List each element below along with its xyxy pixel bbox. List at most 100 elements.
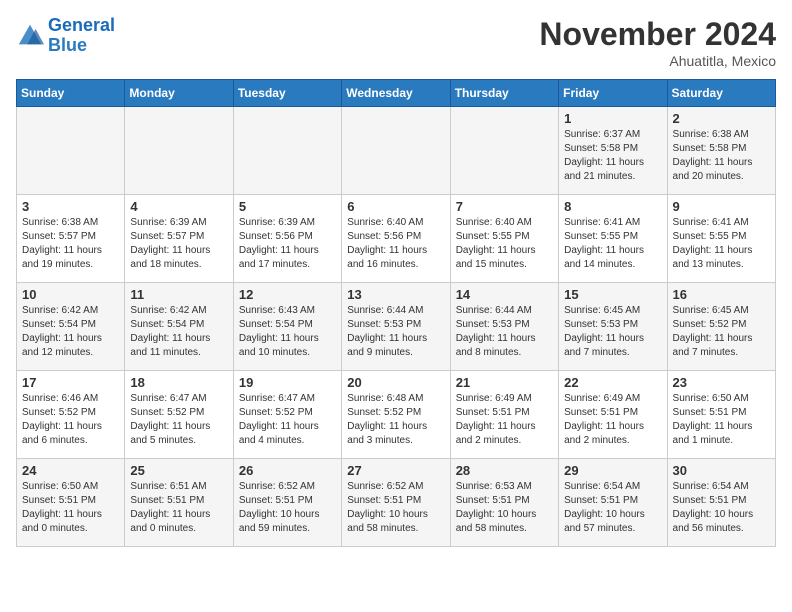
day-cell: 6 Sunrise: 6:40 AM Sunset: 5:56 PM Daylig…: [342, 195, 450, 283]
day-cell: 11Sunrise: 6:42 AM Sunset: 5:54 PM Dayli…: [125, 283, 233, 371]
day-number: 15: [564, 287, 661, 302]
day-number: 27: [347, 463, 444, 478]
calendar-table: Sunday Monday Tuesday Wednesday Thursday…: [16, 79, 776, 547]
day-cell: [125, 107, 233, 195]
day-number: 30: [673, 463, 770, 478]
day-number: 6: [347, 199, 444, 214]
day-cell: 21 Sunrise: 6:49 AM Sunset: 5:51 PM Dayli…: [450, 371, 558, 459]
logo: General Blue: [16, 16, 115, 56]
day-cell: 5Sunrise: 6:39 AM Sunset: 5:56 PM Daylig…: [233, 195, 341, 283]
col-saturday: Saturday: [667, 80, 775, 107]
logo-line1: General: [48, 15, 115, 35]
day-info: Sunrise: 6:52 AM Sunset: 5:51 PM Dayligh…: [347, 480, 444, 536]
day-info: Sunrise: 6:54 AM Sunset: 5:51 PM Dayligh…: [673, 480, 770, 536]
header-row: Sunday Monday Tuesday Wednesday Thursday…: [17, 80, 776, 107]
day-number: 25: [130, 463, 227, 478]
day-number: 9: [673, 199, 770, 214]
day-cell: 15 Sunrise: 6:45 AM Sunset: 5:53 PM Dayli…: [559, 283, 667, 371]
col-thursday: Thursday: [450, 80, 558, 107]
day-number: 19: [239, 375, 336, 390]
week-row-4: 17 Sunrise: 6:46 AM Sunset: 5:52 PM Dayli…: [17, 371, 776, 459]
day-info: Sunrise: 6:45 AM Sunset: 5:53 PM Dayligh…: [564, 304, 661, 360]
day-number: 16: [673, 287, 770, 302]
day-info: Sunrise: 6:41 AM Sunset: 5:55 PM Dayligh…: [673, 216, 770, 272]
day-number: 1: [564, 111, 661, 126]
col-tuesday: Tuesday: [233, 80, 341, 107]
day-info: Sunrise: 6:53 AM Sunset: 5:51 PM Dayligh…: [456, 480, 553, 536]
day-cell: 9 Sunrise: 6:41 AM Sunset: 5:55 PM Daylig…: [667, 195, 775, 283]
day-cell: 16 Sunrise: 6:45 AM Sunset: 5:52 PM Dayli…: [667, 283, 775, 371]
day-cell: 1 Sunrise: 6:37 AM Sunset: 5:58 PM Daylig…: [559, 107, 667, 195]
logo-text: General Blue: [48, 16, 115, 56]
day-number: 22: [564, 375, 661, 390]
day-number: 12: [239, 287, 336, 302]
day-cell: [342, 107, 450, 195]
day-cell: 20 Sunrise: 6:48 AM Sunset: 5:52 PM Dayli…: [342, 371, 450, 459]
day-cell: 24Sunrise: 6:50 AM Sunset: 5:51 PM Dayli…: [17, 459, 125, 547]
logo-line2: Blue: [48, 35, 87, 55]
day-number: 4: [130, 199, 227, 214]
day-info: Sunrise: 6:39 AM Sunset: 5:57 PM Dayligh…: [130, 216, 227, 272]
day-number: 13: [347, 287, 444, 302]
day-cell: 13Sunrise: 6:44 AM Sunset: 5:53 PM Dayli…: [342, 283, 450, 371]
day-info: Sunrise: 6:51 AM Sunset: 5:51 PM Dayligh…: [130, 480, 227, 536]
day-number: 7: [456, 199, 553, 214]
day-number: 10: [22, 287, 119, 302]
day-number: 2: [673, 111, 770, 126]
day-cell: 29 Sunrise: 6:54 AM Sunset: 5:51 PM Dayli…: [559, 459, 667, 547]
day-info: Sunrise: 6:40 AM Sunset: 5:56 PM Dayligh…: [347, 216, 444, 272]
day-info: Sunrise: 6:40 AM Sunset: 5:55 PM Dayligh…: [456, 216, 553, 272]
day-info: Sunrise: 6:52 AM Sunset: 5:51 PM Dayligh…: [239, 480, 336, 536]
location: Ahuatitla, Mexico: [539, 53, 776, 69]
week-row-3: 10 Sunrise: 6:42 AM Sunset: 5:54 PM Dayli…: [17, 283, 776, 371]
day-info: Sunrise: 6:45 AM Sunset: 5:52 PM Dayligh…: [673, 304, 770, 360]
day-info: Sunrise: 6:49 AM Sunset: 5:51 PM Dayligh…: [564, 392, 661, 448]
day-info: Sunrise: 6:47 AM Sunset: 5:52 PM Dayligh…: [239, 392, 336, 448]
day-number: 29: [564, 463, 661, 478]
day-cell: [17, 107, 125, 195]
day-info: Sunrise: 6:43 AM Sunset: 5:54 PM Dayligh…: [239, 304, 336, 360]
day-info: Sunrise: 6:48 AM Sunset: 5:52 PM Dayligh…: [347, 392, 444, 448]
col-friday: Friday: [559, 80, 667, 107]
day-info: Sunrise: 6:47 AM Sunset: 5:52 PM Dayligh…: [130, 392, 227, 448]
day-cell: 4 Sunrise: 6:39 AM Sunset: 5:57 PM Daylig…: [125, 195, 233, 283]
day-info: Sunrise: 6:49 AM Sunset: 5:51 PM Dayligh…: [456, 392, 553, 448]
day-cell: 17 Sunrise: 6:46 AM Sunset: 5:52 PM Dayli…: [17, 371, 125, 459]
day-number: 3: [22, 199, 119, 214]
day-info: Sunrise: 6:41 AM Sunset: 5:55 PM Dayligh…: [564, 216, 661, 272]
col-sunday: Sunday: [17, 80, 125, 107]
day-number: 17: [22, 375, 119, 390]
week-row-2: 3 Sunrise: 6:38 AM Sunset: 5:57 PM Daylig…: [17, 195, 776, 283]
day-cell: 2 Sunrise: 6:38 AM Sunset: 5:58 PM Daylig…: [667, 107, 775, 195]
day-info: Sunrise: 6:42 AM Sunset: 5:54 PM Dayligh…: [22, 304, 119, 360]
day-number: 26: [239, 463, 336, 478]
day-number: 23: [673, 375, 770, 390]
day-number: 14: [456, 287, 553, 302]
calendar-header: Sunday Monday Tuesday Wednesday Thursday…: [17, 80, 776, 107]
day-cell: 8 Sunrise: 6:41 AM Sunset: 5:55 PM Daylig…: [559, 195, 667, 283]
day-info: Sunrise: 6:38 AM Sunset: 5:57 PM Dayligh…: [22, 216, 119, 272]
day-number: 20: [347, 375, 444, 390]
day-number: 28: [456, 463, 553, 478]
day-info: Sunrise: 6:42 AM Sunset: 5:54 PM Dayligh…: [130, 304, 227, 360]
col-monday: Monday: [125, 80, 233, 107]
day-cell: 18Sunrise: 6:47 AM Sunset: 5:52 PM Dayli…: [125, 371, 233, 459]
day-info: Sunrise: 6:38 AM Sunset: 5:58 PM Dayligh…: [673, 128, 770, 184]
day-cell: [450, 107, 558, 195]
day-cell: 14 Sunrise: 6:44 AM Sunset: 5:53 PM Dayli…: [450, 283, 558, 371]
day-cell: 27 Sunrise: 6:52 AM Sunset: 5:51 PM Dayli…: [342, 459, 450, 547]
day-info: Sunrise: 6:46 AM Sunset: 5:52 PM Dayligh…: [22, 392, 119, 448]
day-cell: 7 Sunrise: 6:40 AM Sunset: 5:55 PM Daylig…: [450, 195, 558, 283]
day-number: 21: [456, 375, 553, 390]
calendar-body: 1 Sunrise: 6:37 AM Sunset: 5:58 PM Daylig…: [17, 107, 776, 547]
day-info: Sunrise: 6:54 AM Sunset: 5:51 PM Dayligh…: [564, 480, 661, 536]
day-info: Sunrise: 6:37 AM Sunset: 5:58 PM Dayligh…: [564, 128, 661, 184]
week-row-5: 24Sunrise: 6:50 AM Sunset: 5:51 PM Dayli…: [17, 459, 776, 547]
day-info: Sunrise: 6:44 AM Sunset: 5:53 PM Dayligh…: [456, 304, 553, 360]
day-cell: [233, 107, 341, 195]
day-cell: 3 Sunrise: 6:38 AM Sunset: 5:57 PM Daylig…: [17, 195, 125, 283]
day-number: 8: [564, 199, 661, 214]
day-cell: 19 Sunrise: 6:47 AM Sunset: 5:52 PM Dayli…: [233, 371, 341, 459]
title-block: November 2024 Ahuatitla, Mexico: [539, 16, 776, 69]
day-info: Sunrise: 6:39 AM Sunset: 5:56 PM Dayligh…: [239, 216, 336, 272]
